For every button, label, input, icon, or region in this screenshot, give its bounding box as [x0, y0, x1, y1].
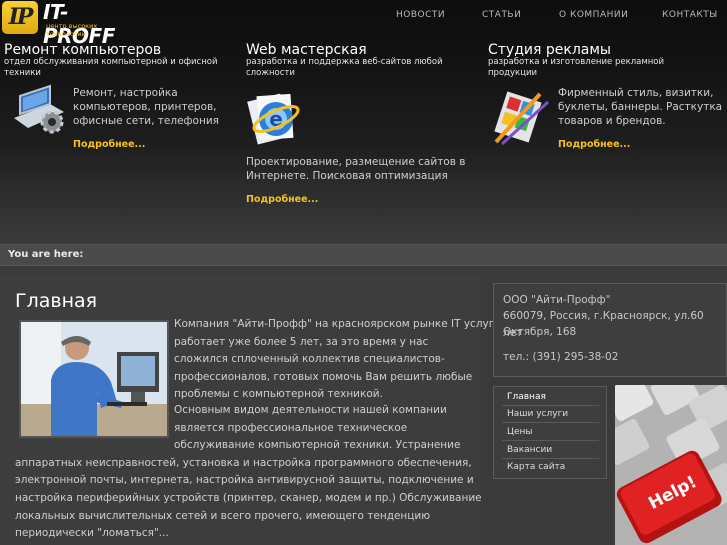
service-subtitle-line: разработка и изготовление рекламной: [488, 57, 665, 67]
service-subtitle-line: техники: [4, 68, 41, 78]
body-text-line: является профессиональное техническое: [174, 421, 408, 434]
nav-about[interactable]: О КОМПАНИИ: [559, 10, 628, 20]
contact-phone: тел.: (391) 295-38-02: [503, 351, 619, 363]
service-text-line: Интернете. Поисковая оптимизация: [246, 170, 448, 182]
side-menu-item-vacancies[interactable]: Вакансии: [502, 442, 599, 459]
more-link-ads[interactable]: Подробнее...: [558, 139, 630, 150]
service-text-line: Фирменный стиль, визитки,: [558, 87, 714, 99]
body-text-line: локальных вычислительных сетей и всего п…: [15, 509, 431, 522]
service-text-line: буклеты, баннеры. Расткутка: [558, 101, 723, 113]
contact-company: ООО "Айти-Профф": [503, 294, 611, 306]
internet-explorer-icon: e: [246, 87, 308, 149]
side-menu-item-prices[interactable]: Цены: [502, 424, 599, 441]
service-subtitle-line: продукции: [488, 68, 538, 78]
design-tools-icon: [490, 86, 552, 148]
service-subtitle-line: сложности: [246, 68, 295, 78]
service-text-line: Проектирование, размещение сайтов в: [246, 156, 466, 168]
logo-subtitle: центр высоких технологий: [46, 22, 98, 38]
service-subtitle-line: отдел обслуживания компьютерной и офисно…: [4, 57, 218, 67]
service-text-line: Ремонт, настройка: [73, 87, 178, 99]
breadcrumb: You are here:: [0, 244, 727, 266]
side-menu-item-home[interactable]: Главная: [502, 389, 599, 406]
side-menu-item-services[interactable]: Наши услуги: [502, 406, 599, 423]
service-subtitle-line: разработка и поддержка веб-сайтов любой: [246, 57, 443, 67]
body-text-line: Основным видом деятельности нашей компан…: [174, 404, 447, 416]
intro-text-line: Компания "Айти-Профф" на красноярском ры…: [174, 318, 495, 330]
page-title: Главная: [15, 290, 98, 312]
body-text-line: обслуживание компьютерной техники. Устра…: [174, 439, 461, 452]
side-menu-item-sitemap[interactable]: Карта сайта: [502, 459, 599, 476]
intro-text-line: сложился сплоченный коллектив специалист…: [174, 353, 445, 366]
keyboard-help-image: Help!: [615, 385, 727, 545]
body-text-line: электронной почты, интернета, настройка …: [15, 474, 474, 487]
body-text-line: аппаратных неисправностей, установка и н…: [15, 456, 472, 469]
body-text-line: настройка периферийных устройств (принте…: [15, 492, 482, 504]
office-photo: [19, 320, 169, 438]
laptop-gear-icon: [6, 82, 68, 144]
logo-badge: IP: [2, 1, 38, 34]
intro-text-line: работает уже более 5 лет, за это время у…: [174, 335, 429, 348]
more-link-repair[interactable]: Подробнее...: [73, 139, 145, 150]
nav-articles[interactable]: СТАТЬИ: [482, 10, 521, 20]
nav-contacts[interactable]: КОНТАКТЫ: [662, 10, 718, 20]
breadcrumb-label: You are here:: [8, 249, 84, 260]
intro-text-line: профессионалов, готовых помочь Вам решит…: [174, 370, 473, 383]
side-menu: Главная Наши услуги Цены Вакансии Карта …: [493, 386, 607, 479]
service-text-line: офисные сети, телефония: [73, 115, 219, 127]
service-text-line: компьютеров, принтеров,: [73, 101, 217, 113]
service-text-line: товаров и брендов.: [558, 115, 666, 127]
body-text-line: периодически "ломаться"...: [15, 527, 169, 540]
logo[interactable]: IP IT-PROFF центр высоких технологий: [0, 0, 135, 48]
nav-news[interactable]: НОВОСТИ: [396, 10, 445, 20]
more-link-web[interactable]: Подробнее...: [246, 194, 318, 205]
contact-address-line: Октября, 168: [503, 326, 577, 338]
contact-box: ООО "Айти-Профф" 660079, Россия, г.Красн…: [493, 283, 727, 377]
